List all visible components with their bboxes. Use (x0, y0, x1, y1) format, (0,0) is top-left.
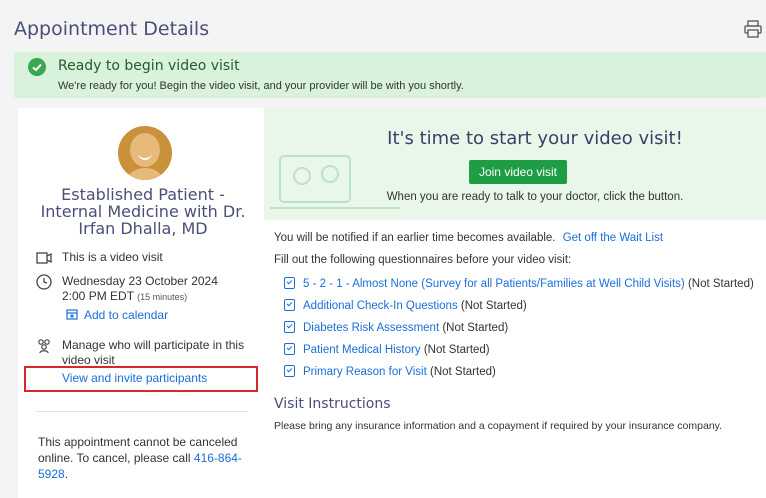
banner-title: Ready to begin video visit (58, 58, 240, 74)
calendar-icon (66, 309, 78, 320)
video-call-illustration (270, 155, 400, 209)
print-icon[interactable] (744, 20, 762, 38)
page-title: Appointment Details (14, 18, 210, 40)
questionnaire-label: Patient Medical History (303, 344, 421, 356)
questionnaire-item[interactable]: Patient Medical History (Not Started) (284, 343, 490, 356)
join-hint: When you are ready to talk to your docto… (386, 191, 684, 203)
appointment-date: Wednesday 23 October 2024 (62, 274, 218, 288)
appointment-time: 2:00 PM EDT (62, 289, 134, 303)
wait-list-link[interactable]: Get off the Wait List (563, 232, 663, 244)
video-visit-panel: It's time to start your video visit! Joi… (264, 108, 766, 220)
questionnaire-label: 5 - 2 - 1 - Almost None (Survey for all … (303, 278, 685, 290)
checklist-icon (284, 277, 295, 289)
visit-instructions-title: Visit Instructions (274, 396, 391, 412)
video-camera-icon (36, 252, 52, 264)
checklist-icon (284, 343, 295, 355)
questionnaire-item[interactable]: Diabetes Risk Assessment (Not Started) (284, 321, 508, 334)
checklist-icon (284, 365, 295, 377)
questionnaire-status: (Not Started) (429, 366, 496, 378)
waitlist-text: You will be notified if an earlier time … (274, 232, 556, 244)
participants-text: Manage who will participate in this vide… (62, 338, 245, 367)
questionnaire-label: Additional Check-In Questions (303, 300, 458, 312)
waitlist-row: You will be notified if an earlier time … (274, 232, 663, 244)
checklist-icon (284, 321, 295, 333)
questionnaire-status: (Not Started) (687, 278, 754, 290)
divider (36, 411, 248, 412)
join-video-visit-button[interactable]: Join video visit (469, 160, 567, 184)
questionnaire-status: (Not Started) (423, 344, 490, 356)
appointment-card: Established Patient - Internal Medicine … (18, 108, 766, 498)
highlight-box (24, 366, 258, 392)
cancel-info: This appointment cannot be canceled onli… (38, 435, 242, 481)
appointment-summary: Established Patient - Internal Medicine … (18, 108, 264, 498)
questionnaires-intro: Fill out the following questionnaires be… (274, 254, 572, 266)
questionnaire-label: Primary Reason for Visit (303, 366, 427, 378)
questionnaire-item[interactable]: Primary Reason for Visit (Not Started) (284, 365, 496, 378)
questionnaire-status: (Not Started) (460, 300, 527, 312)
check-circle-icon (28, 58, 46, 76)
questionnaire-label: Diabetes Risk Assessment (303, 322, 440, 334)
clock-icon (36, 274, 52, 290)
checklist-icon (284, 299, 295, 311)
header: Appointment Details (0, 0, 766, 50)
questionnaire-item[interactable]: Additional Check-In Questions (Not Start… (284, 299, 527, 312)
visit-instructions-text: Please bring any insurance information a… (274, 420, 723, 432)
participants-icon (38, 339, 50, 354)
appointment-duration: (15 minutes) (137, 292, 188, 302)
ready-banner: Ready to begin video visit We're ready f… (14, 52, 766, 98)
add-to-calendar-label: Add to calendar (84, 308, 169, 322)
video-visit-title: It's time to start your video visit! (387, 128, 683, 149)
avatar (118, 126, 172, 180)
video-visit-label: This is a video visit (62, 250, 163, 264)
add-to-calendar-link[interactable]: Add to calendar (62, 308, 218, 323)
questionnaire-status: (Not Started) (442, 322, 509, 334)
questionnaire-item[interactable]: 5 - 2 - 1 - Almost None (Survey for all … (284, 277, 754, 290)
banner-subtitle: We're ready for you! Begin the video vis… (58, 80, 464, 92)
provider-name: Established Patient - Internal Medicine … (40, 185, 246, 238)
